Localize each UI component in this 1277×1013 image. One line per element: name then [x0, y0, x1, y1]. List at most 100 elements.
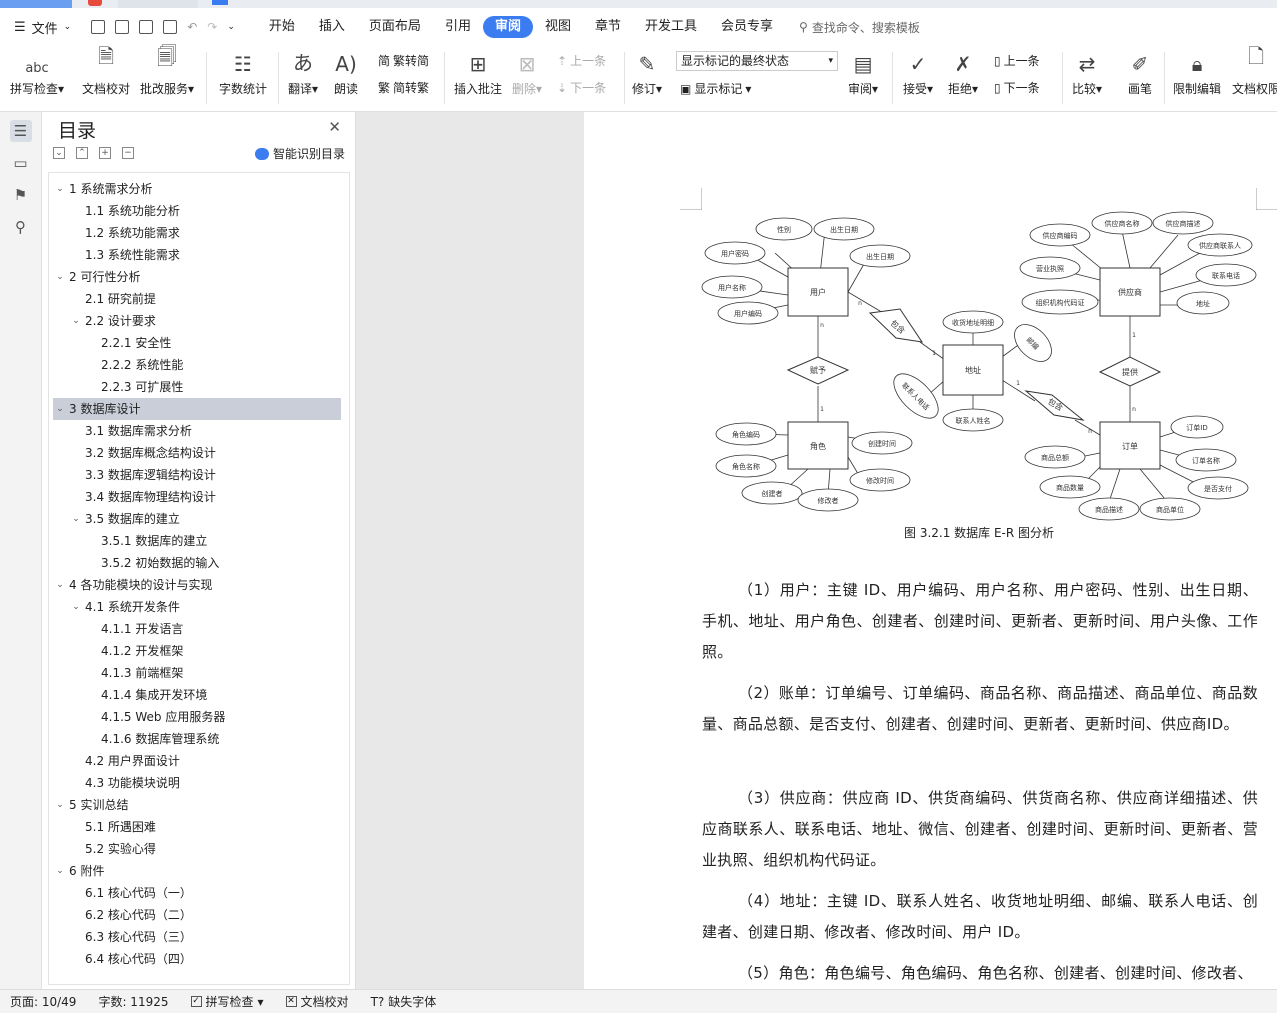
chevron-down-icon[interactable]: ⌄ [53, 794, 67, 816]
review-pane-button[interactable]: ▤ 审阅▾ [848, 46, 878, 106]
print-preview-icon[interactable] [163, 20, 178, 34]
toc-item[interactable]: 5.1 所遇困难 [69, 816, 341, 838]
doc-permission-button[interactable]: 🗋 文档权限 [1232, 44, 1277, 106]
toc-item[interactable]: 6.4 核心代码（四） [69, 948, 341, 970]
toc-item[interactable]: 4.3 功能模块说明 [69, 772, 341, 794]
toc-item[interactable]: 4.1.3 前端框架 [85, 662, 341, 684]
redo-icon[interactable]: ↷ [207, 20, 217, 34]
toc-item[interactable]: ⌄ 6 附件 [53, 860, 341, 882]
bookmark-icon[interactable]: ⚑ [10, 184, 32, 206]
command-search[interactable]: ⚲ 查找命令、搜索模板 [799, 19, 920, 36]
toc-item[interactable]: ⌄ 5 实训总结 [53, 794, 341, 816]
remove-heading-icon[interactable]: − [122, 147, 134, 159]
toc-item[interactable]: ⌄ 4 各功能模块的设计与实现 [53, 574, 341, 596]
toc-item[interactable]: 3.5.2 初始数据的输入 [85, 552, 341, 574]
tab-home[interactable] [0, 0, 72, 8]
proofread-button[interactable]: 🗎 文档校对 [82, 44, 130, 106]
missing-fonts[interactable]: T? 缺失字体 [371, 993, 437, 1010]
word-count-button[interactable]: ☷ 字数统计 [219, 46, 267, 106]
toc-item[interactable]: 4.1.6 数据库管理系统 [85, 728, 341, 750]
chevron-down-icon[interactable]: ⌄ [53, 178, 67, 200]
track-changes-button[interactable]: ✎ 修订▾ [632, 46, 662, 106]
toc-item[interactable]: ⌄ 3 数据库设计 [53, 398, 341, 420]
chevron-down-icon[interactable]: ⌄ [53, 574, 67, 596]
collapse-all-icon[interactable]: ⌄ [53, 147, 65, 159]
accept-button[interactable]: ✓ 接受▾ [903, 46, 933, 106]
spell-check-toggle[interactable]: ✓ 拼写检查 ▾ [190, 993, 264, 1010]
toc-item[interactable]: 2.2.1 安全性 [85, 332, 341, 354]
toc-item[interactable]: ⌄ 2 可行性分析 [53, 266, 341, 288]
pen-button[interactable]: ✐ 画笔 [1128, 46, 1152, 106]
menu-item-2[interactable]: 页面布局 [357, 16, 433, 38]
toc-item[interactable]: 4.1.2 开发框架 [85, 640, 341, 662]
next-comment-button[interactable]: ⇣ 下一条 [557, 79, 606, 96]
word-count[interactable]: 字数: 11925 [98, 993, 168, 1010]
search-icon[interactable]: ⚲ [10, 216, 32, 238]
show-marks-button[interactable]: ▣ 显示标记 ▾ [680, 80, 751, 97]
chevron-down-icon[interactable]: ⌄ [53, 860, 67, 882]
restrict-editing-button[interactable]: 🔒︎ 限制编辑 [1173, 46, 1221, 106]
menu-item-8[interactable]: 会员专享 [709, 16, 785, 38]
trad-to-simp-button[interactable]: 简繁转简 [378, 52, 429, 69]
toc-icon[interactable]: ☰ [9, 120, 32, 142]
toc-item[interactable]: ⌄ 1 系统需求分析 [53, 178, 341, 200]
insert-comment-button[interactable]: ⊞ 插入批注 [454, 46, 502, 106]
simp-to-trad-button[interactable]: 繁简转繁 [378, 79, 429, 96]
print-icon[interactable] [139, 20, 154, 34]
translate-button[interactable]: あ翻译▾ [288, 46, 318, 106]
smart-toc-button[interactable]: 智能识别目录 [254, 145, 345, 162]
toc-item[interactable]: 1.2 系统功能需求 [69, 222, 341, 244]
chevron-down-icon[interactable]: ⌄ [53, 398, 67, 420]
save-icon[interactable] [91, 20, 106, 34]
compare-button[interactable]: ⇄ 比较▾ [1072, 46, 1102, 106]
menu-item-0[interactable]: 开始 [257, 16, 307, 38]
toc-item[interactable]: 2.1 研究前提 [69, 288, 341, 310]
delete-comment-button[interactable]: ⊠ 删除▾ [512, 46, 542, 106]
chevron-down-icon[interactable]: ⌄ [69, 508, 83, 530]
chevron-down-icon[interactable]: ⌄ [69, 596, 83, 618]
export-pdf-icon[interactable] [115, 20, 130, 34]
chapter-nav-icon[interactable]: ▭ [10, 152, 32, 174]
toc-item[interactable]: 3.4 数据库物理结构设计 [69, 486, 341, 508]
tab-doc[interactable] [118, 0, 198, 8]
toc-item[interactable]: 5.2 实验心得 [69, 838, 341, 860]
read-aloud-button[interactable]: A) 朗读 [334, 46, 358, 106]
expand-all-icon[interactable]: ⌃ [76, 147, 88, 159]
close-icon[interactable]: ✕ [328, 118, 341, 136]
undo-icon[interactable]: ↶ [187, 20, 197, 34]
toc-item[interactable]: 2.2.2 系统性能 [85, 354, 341, 376]
menu-item-4[interactable]: 审阅 [482, 16, 533, 38]
prev-comment-button[interactable]: ⇡ 上一条 [557, 52, 606, 69]
toc-item[interactable]: 3.3 数据库逻辑结构设计 [69, 464, 341, 486]
more-icon[interactable]: ⌄ [227, 22, 235, 32]
display-mode-select[interactable]: 显示标记的最终状态 ▾ [676, 51, 838, 71]
menu-item-7[interactable]: 开发工具 [633, 16, 709, 38]
spell-check-button[interactable]: abc 拼写检查▾ [10, 46, 64, 106]
approval-service-button[interactable]: 🗐 批改服务▾ [140, 44, 194, 106]
toc-item[interactable]: 1.1 系统功能分析 [69, 200, 341, 222]
page-indicator[interactable]: 页面: 10/49 [10, 993, 76, 1010]
toc-item[interactable]: 4.1.1 开发语言 [85, 618, 341, 640]
toc-item[interactable]: 2.2.3 可扩展性 [85, 376, 341, 398]
add-heading-icon[interactable]: + [99, 147, 111, 159]
reject-button[interactable]: ✗ 拒绝▾ [948, 46, 978, 106]
toc-item[interactable]: ⌄ 4.1 系统开发条件 [69, 596, 341, 618]
toc-item[interactable]: ⌄ 2.2 设计要求 [69, 310, 341, 332]
toc-item[interactable]: 6.1 核心代码（一） [69, 882, 341, 904]
toc-item[interactable]: 6.3 核心代码（三） [69, 926, 341, 948]
toc-item[interactable]: 3.2 数据库概念结构设计 [69, 442, 341, 464]
toc-item[interactable]: 6.2 核心代码（二） [69, 904, 341, 926]
menu-item-1[interactable]: 插入 [307, 16, 357, 38]
toc-item[interactable]: ⌄ 3.5 数据库的建立 [69, 508, 341, 530]
menu-item-5[interactable]: 视图 [533, 16, 583, 38]
toc-item[interactable]: 1.3 系统性能需求 [69, 244, 341, 266]
menu-item-6[interactable]: 章节 [583, 16, 633, 38]
toc-item[interactable]: 4.1.5 Web 应用服务器 [85, 706, 341, 728]
next-change-button[interactable]: ▯ 下一条 [994, 79, 1040, 96]
chevron-down-icon[interactable]: ⌄ [69, 310, 83, 332]
toc-item[interactable]: 4.1.4 集成开发环境 [85, 684, 341, 706]
toc-item[interactable]: 4.2 用户界面设计 [69, 750, 341, 772]
proofread-toggle[interactable]: ✕ 文档校对 [285, 993, 349, 1010]
toc-item[interactable]: 3.1 数据库需求分析 [69, 420, 341, 442]
toc-item[interactable]: 3.5.1 数据库的建立 [85, 530, 341, 552]
